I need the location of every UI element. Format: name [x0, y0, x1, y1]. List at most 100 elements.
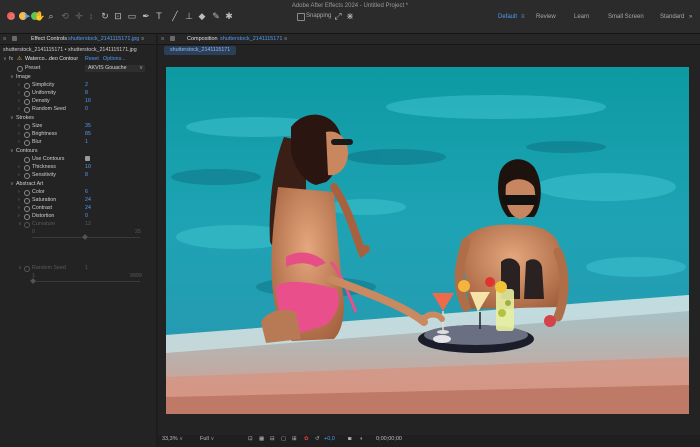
- param-value[interactable]: 2: [85, 81, 88, 89]
- stopwatch-icon[interactable]: [24, 189, 30, 196]
- workspace-standard[interactable]: Standard: [660, 14, 684, 20]
- param-value[interactable]: 0: [85, 105, 88, 113]
- stopwatch-icon[interactable]: [24, 139, 30, 146]
- section-collapse-icon[interactable]: ∨: [10, 73, 14, 81]
- param-collapse-icon[interactable]: ∨: [18, 220, 22, 228]
- puppet-tool-icon[interactable]: ✱: [224, 11, 234, 21]
- lock-icon[interactable]: [12, 36, 17, 41]
- workspace-learn[interactable]: Learn: [574, 14, 589, 20]
- snapping-options-icon[interactable]: ⤢: [333, 11, 343, 21]
- panel-options-icon[interactable]: ≡: [284, 36, 287, 42]
- stopwatch-icon[interactable]: [24, 90, 30, 97]
- zoom-tool-icon[interactable]: ⌕: [46, 11, 56, 21]
- param-expand-icon[interactable]: ›: [18, 196, 20, 204]
- stopwatch-icon[interactable]: [24, 106, 30, 113]
- stopwatch-icon[interactable]: [24, 265, 30, 272]
- anchor-tool-icon[interactable]: ⊡: [113, 11, 123, 21]
- selection-tool-icon[interactable]: ➤: [22, 11, 32, 21]
- param-expand-icon[interactable]: ›: [18, 171, 20, 179]
- param-expand-icon[interactable]: ›: [18, 122, 20, 130]
- stopwatch-icon[interactable]: [24, 221, 30, 228]
- panel-menu-icon[interactable]: ≡: [161, 36, 164, 42]
- param-expand-icon[interactable]: ›: [18, 97, 20, 105]
- composition-tab-label[interactable]: Composition: [187, 36, 218, 42]
- stopwatch-icon[interactable]: [24, 213, 30, 220]
- param-expand-icon[interactable]: ›: [18, 105, 20, 113]
- roto-brush-tool-icon[interactable]: ✎: [211, 11, 221, 21]
- composition-viewer-image[interactable]: [166, 67, 689, 414]
- resolution-dropdown[interactable]: Full ∨: [200, 436, 214, 442]
- section-collapse-icon[interactable]: ∨: [10, 180, 14, 188]
- workspace-default[interactable]: Default: [498, 14, 517, 20]
- param-expand-icon[interactable]: ›: [18, 81, 20, 89]
- pen-tool-icon[interactable]: ✒: [141, 11, 151, 21]
- home-icon[interactable]: ⌂: [7, 11, 17, 21]
- transparency-grid-icon[interactable]: ▦: [259, 436, 264, 442]
- param-value[interactable]: 85: [85, 130, 91, 138]
- panel-close-icon[interactable]: ≡: [141, 36, 144, 42]
- param-value[interactable]: 12: [85, 220, 91, 228]
- reset-link[interactable]: Reset: [85, 55, 99, 63]
- panel-menu-icon[interactable]: ≡: [3, 36, 6, 42]
- mask-visibility-icon[interactable]: ⊟: [270, 436, 275, 442]
- clone-stamp-tool-icon[interactable]: ⊥: [184, 11, 194, 21]
- stopwatch-icon[interactable]: [24, 172, 30, 179]
- workspace-overflow-icon[interactable]: »: [689, 14, 692, 20]
- param-value[interactable]: 24: [85, 204, 91, 212]
- random-seed-slider-track[interactable]: [32, 281, 140, 282]
- param-value[interactable]: 1: [85, 264, 88, 272]
- show-snapshot-icon[interactable]: ◐: [360, 436, 363, 442]
- param-value[interactable]: 35: [85, 122, 91, 130]
- param-value[interactable]: 16: [85, 97, 91, 105]
- stopwatch-icon[interactable]: [24, 123, 30, 130]
- preset-dropdown[interactable]: AKVIS Gouache ∨: [85, 64, 145, 72]
- param-expand-icon[interactable]: ›: [18, 138, 20, 146]
- stopwatch-icon[interactable]: [24, 164, 30, 171]
- section-image[interactable]: ∨ Image: [0, 73, 156, 81]
- stopwatch-icon[interactable]: [24, 197, 30, 204]
- section-collapse-icon[interactable]: ∨: [10, 147, 14, 155]
- fx-icon[interactable]: fx: [9, 55, 13, 63]
- param-expand-icon[interactable]: ›: [18, 204, 20, 212]
- param-value[interactable]: 8: [85, 89, 88, 97]
- color-channels-icon[interactable]: ✿: [304, 436, 309, 442]
- stopwatch-icon[interactable]: [24, 205, 30, 212]
- brush-tool-icon[interactable]: ╱: [170, 11, 180, 21]
- fast-previews-icon[interactable]: ⊡: [248, 436, 253, 442]
- exposure-value[interactable]: +0,0: [324, 436, 335, 442]
- effect-controls-tab-file[interactable]: shutterstock_2141115171.jpg: [68, 36, 139, 42]
- guides-icon[interactable]: ⊞: [292, 436, 297, 442]
- param-value[interactable]: 1: [85, 138, 88, 146]
- hand-tool-icon[interactable]: ✋: [34, 11, 45, 21]
- section-collapse-icon[interactable]: ∨: [10, 114, 14, 122]
- snap-magnet-icon[interactable]: ⋇: [345, 11, 355, 21]
- param-value[interactable]: 8: [85, 171, 88, 179]
- stopwatch-icon[interactable]: [24, 131, 30, 138]
- orbit-tool-icon[interactable]: ⟲: [60, 11, 70, 21]
- param-value[interactable]: 6: [85, 188, 88, 196]
- rotate-tool-icon[interactable]: ↻: [100, 11, 110, 21]
- param-value[interactable]: 10: [85, 163, 91, 171]
- stopwatch-icon[interactable]: [24, 82, 30, 89]
- param-expand-icon[interactable]: ›: [18, 130, 20, 138]
- section-contours[interactable]: ∨ Contours: [0, 147, 156, 155]
- workspace-menu-icon[interactable]: ≡: [521, 14, 525, 20]
- composition-tab-name[interactable]: shutterstock_2141115171: [220, 36, 282, 42]
- param-value[interactable]: 24: [85, 196, 91, 204]
- region-of-interest-icon[interactable]: ▢: [281, 436, 286, 442]
- param-collapse-icon[interactable]: ∨: [18, 264, 22, 272]
- section-strokes[interactable]: ∨ Strokes: [0, 114, 156, 122]
- lock-icon[interactable]: [170, 36, 175, 41]
- workspace-small-screen[interactable]: Small Screen: [608, 14, 644, 20]
- pan-tool-icon[interactable]: ✛: [74, 11, 84, 21]
- eraser-tool-icon[interactable]: ◆: [197, 11, 207, 21]
- zoom-dropdown[interactable]: 33,3% ∨: [162, 436, 183, 442]
- section-abstract-art[interactable]: ∨ Abstract Art: [0, 180, 156, 188]
- exposure-reset-icon[interactable]: ↺: [315, 436, 320, 442]
- param-expand-icon[interactable]: ›: [18, 89, 20, 97]
- timecode[interactable]: 0;00;00;00: [376, 436, 402, 442]
- snapping-checkbox[interactable]: [297, 13, 305, 21]
- param-expand-icon[interactable]: ›: [18, 212, 20, 220]
- options-link[interactable]: Options...: [103, 55, 126, 63]
- effect-controls-tab-label[interactable]: Effect Controls: [31, 36, 67, 42]
